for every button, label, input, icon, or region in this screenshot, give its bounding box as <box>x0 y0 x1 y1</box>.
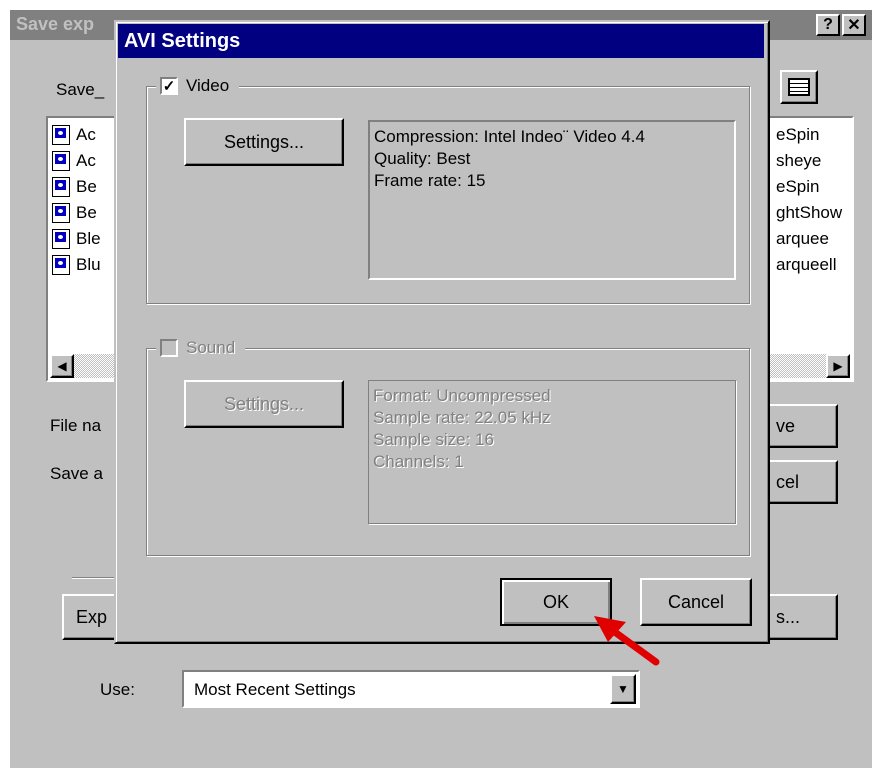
list-item[interactable]: arqueell <box>776 252 842 278</box>
pointer-arrow-icon <box>594 616 660 666</box>
save-in-label: Save_ <box>56 80 105 99</box>
scroll-right-button[interactable]: ▶ <box>826 354 850 378</box>
sound-label: Sound <box>186 338 236 357</box>
sound-info-box: Format: Uncompressed Sample rate: 22.05 … <box>368 380 736 524</box>
video-quality-text: Quality: Best <box>374 149 471 168</box>
use-dropdown-button[interactable]: ▼ <box>610 674 636 704</box>
video-file-icon <box>52 125 70 145</box>
help-button[interactable]: ? <box>816 14 840 36</box>
scroll-left-button[interactable]: ◀ <box>50 354 74 378</box>
video-file-icon <box>52 151 70 171</box>
use-label: Use: <box>100 680 135 699</box>
save-button[interactable]: ve <box>760 404 838 448</box>
close-button[interactable]: ✕ <box>842 14 866 36</box>
video-compression-text: Compression: Intel Indeo¨ Video 4.4 <box>374 127 645 146</box>
sound-sample-size-text: Sample size: 16 <box>373 430 494 449</box>
arrow-left-icon: ◀ <box>57 359 67 373</box>
list-item[interactable]: ghtShow <box>776 200 842 226</box>
video-checkbox[interactable]: ✓ <box>160 77 178 95</box>
list-item[interactable]: Ble <box>52 226 101 252</box>
video-file-icon <box>52 203 70 223</box>
arrow-right-icon: ▶ <box>833 359 843 373</box>
list-item[interactable]: sheye <box>776 148 842 174</box>
save-export-title: Save exp <box>16 14 95 34</box>
video-label: Video <box>186 76 230 95</box>
sound-group-header: Sound <box>156 338 246 358</box>
file-list-left-column: Ac Ac Be Be Ble Blu <box>52 122 101 278</box>
file-list-right-column: eSpin sheye eSpin ghtShow arquee arqueel… <box>776 122 842 278</box>
list-item[interactable]: eSpin <box>776 174 842 200</box>
video-file-icon <box>52 255 70 275</box>
video-file-icon <box>52 177 70 197</box>
checkmark-icon: ✓ <box>162 77 176 95</box>
sound-format-text: Format: Uncompressed <box>373 386 551 405</box>
list-item[interactable]: Blu <box>52 252 101 278</box>
video-file-icon <box>52 229 70 249</box>
video-info-box: Compression: Intel Indeo¨ Video 4.4 Qual… <box>368 120 736 280</box>
list-item[interactable]: Ac <box>52 148 101 174</box>
sound-checkbox[interactable] <box>160 339 178 357</box>
video-frame-rate-text: Frame rate: 15 <box>374 171 486 190</box>
details-view-icon <box>788 78 810 96</box>
video-settings-button[interactable]: Settings... <box>184 118 344 166</box>
chevron-down-icon: ▼ <box>617 682 629 696</box>
file-name-label: File na <box>50 416 102 435</box>
cancel-button[interactable]: cel <box>760 460 838 504</box>
sound-settings-button[interactable]: Settings... <box>184 380 344 428</box>
list-item[interactable]: Ac <box>52 122 101 148</box>
list-item[interactable]: Be <box>52 200 101 226</box>
sound-channels-text: Channels: 1 <box>373 452 464 471</box>
use-select-value: Most Recent Settings <box>194 680 356 699</box>
list-item[interactable]: eSpin <box>776 122 842 148</box>
video-group-header: ✓ Video <box>156 76 240 96</box>
details-view-button[interactable] <box>780 70 818 104</box>
list-item[interactable]: arquee <box>776 226 842 252</box>
avi-settings-title: AVI Settings <box>124 30 241 52</box>
list-item[interactable]: Be <box>52 174 101 200</box>
save-as-type-label: Save a <box>50 464 103 483</box>
sound-sample-rate-text: Sample rate: 22.05 kHz <box>373 408 551 427</box>
